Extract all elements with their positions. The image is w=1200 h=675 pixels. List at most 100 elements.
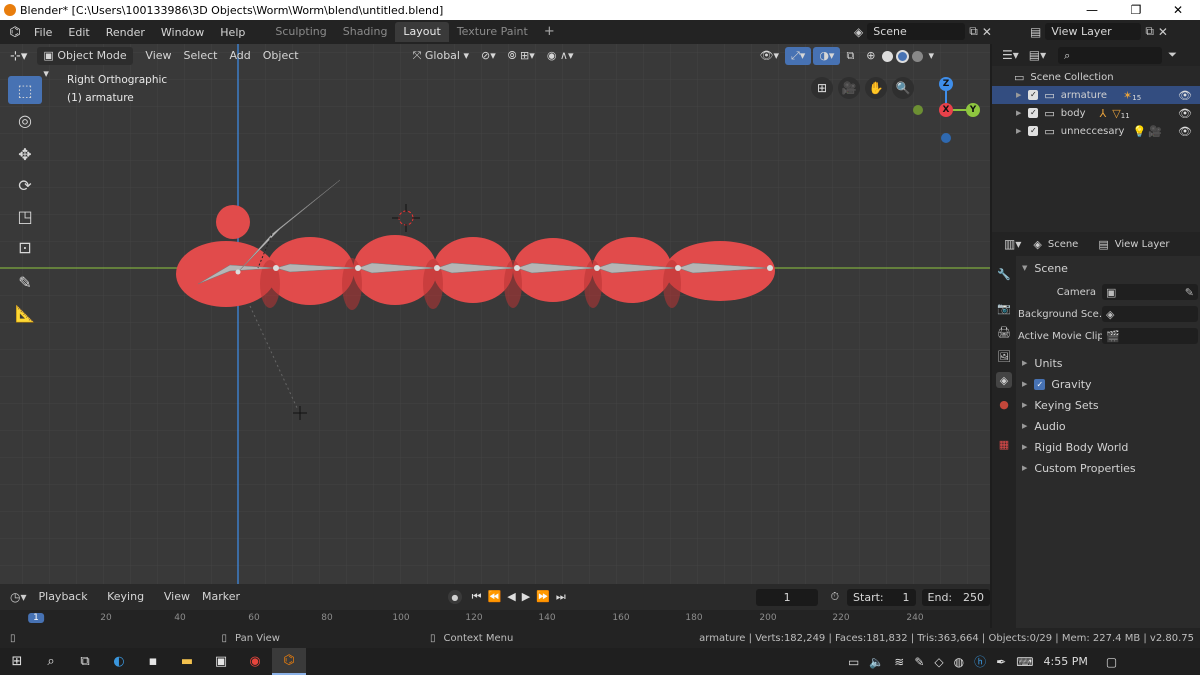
maximize-button[interactable]: ❐ — [1116, 0, 1156, 20]
record-icon[interactable]: ● — [448, 590, 462, 604]
vpn-icon[interactable]: ◇ — [934, 655, 943, 669]
notification-icon[interactable]: ▢ — [1106, 655, 1117, 669]
jump-start-icon[interactable]: ⏮ — [472, 590, 482, 604]
shading-solid-icon[interactable] — [881, 50, 893, 62]
eye-icon[interactable]: 👁 — [1178, 89, 1192, 102]
next-keyframe-icon[interactable]: ⏩ — [536, 590, 550, 604]
remove-scene-icon[interactable]: ✕ — [982, 25, 992, 39]
viewport-menu-view[interactable]: View — [139, 47, 177, 65]
terminal-icon[interactable]: ▪ — [136, 648, 170, 675]
timeline-menu-view[interactable]: View — [158, 588, 196, 606]
scale-tool[interactable]: ◳ — [8, 202, 42, 230]
shading-wireframe-icon[interactable]: ⊕ — [860, 47, 881, 65]
object-mode-dropdown[interactable]: ▣ Object Mode ▾ — [37, 47, 134, 80]
current-frame-field[interactable]: 1 — [755, 588, 819, 606]
pivot-point-icon[interactable]: ⊘▾ — [475, 47, 502, 65]
texture-tab-icon[interactable]: ▦ — [996, 436, 1012, 452]
transform-orientation-dropdown[interactable]: ⤧ Global ▾ — [407, 47, 475, 65]
snap-icon[interactable]: ⦾ ⊞▾ — [502, 47, 541, 65]
keyboard-icon[interactable]: ⌨ — [1016, 655, 1033, 669]
end-frame-field[interactable]: End: 250 — [921, 588, 991, 606]
stopwatch-icon[interactable]: ⏱ — [830, 590, 839, 604]
start-frame-field[interactable]: Start: 1 — [847, 588, 916, 606]
menu-file[interactable]: File — [26, 26, 60, 39]
add-workspace-button[interactable]: + — [536, 22, 563, 42]
gravity-checkbox[interactable]: ✓ — [1034, 378, 1046, 390]
close-button[interactable]: ✕ — [1158, 0, 1198, 20]
shading-options-icon[interactable]: ▾ — [923, 47, 941, 65]
viewport-canvas[interactable] — [0, 44, 990, 584]
xray-icon[interactable]: ⧉ — [840, 47, 860, 65]
overlay-toggle-icon[interactable]: ◑▾ — [813, 47, 841, 65]
volume-icon[interactable]: 🔈 — [869, 655, 884, 669]
timeline-menu-marker[interactable]: Marker — [196, 588, 246, 606]
keying-sets-panel-header[interactable]: ▶ Keying Sets — [1022, 395, 1099, 415]
file-explorer-icon[interactable]: ▬ — [170, 648, 204, 675]
chrome-icon[interactable]: ◉ — [238, 648, 272, 675]
rotate-tool[interactable]: ⟳ — [8, 171, 42, 199]
viewport-menu-add[interactable]: Add — [223, 47, 256, 65]
annotate-tool[interactable]: ✎ — [8, 268, 42, 296]
blender-menu-icon[interactable]: ⌬ — [4, 25, 26, 40]
exclude-checkbox[interactable]: ✓ — [1028, 108, 1039, 118]
gizmo-toggle-icon[interactable]: ⤢▾ — [784, 47, 812, 65]
custom-properties-panel-header[interactable]: ▶ Custom Properties — [1022, 458, 1136, 478]
timeline-editor-icon[interactable]: ◷▾ — [10, 590, 27, 604]
audio-panel-header[interactable]: ▶ Audio — [1022, 416, 1066, 436]
minimize-button[interactable]: — — [1072, 0, 1112, 20]
task-view-icon[interactable]: ⧉ — [68, 648, 102, 675]
output-tab-icon[interactable]: 🖨 — [996, 324, 1012, 340]
outliner-row-body[interactable]: ▶ ✓ ▭ body ⅄ ▽ 11 👁 — [992, 104, 1200, 122]
outliner-search-input[interactable]: ⌕ — [1058, 46, 1163, 64]
visibility-icon[interactable]: 👁▾ — [753, 47, 785, 65]
tab-sculpting[interactable]: Sculpting — [267, 22, 334, 42]
toggle-camera-grid-icon[interactable]: ⊞ — [811, 77, 833, 99]
new-scene-icon[interactable]: ⧉ — [969, 24, 978, 39]
camera-view-icon[interactable]: 🎥 — [838, 77, 860, 99]
zoom-icon[interactable]: 🔍 — [892, 77, 914, 99]
units-panel-header[interactable]: ▶ Units — [1022, 353, 1063, 373]
proportional-edit-icon[interactable]: ◉ ∧▾ — [541, 47, 580, 65]
prev-keyframe-icon[interactable]: ⏪ — [488, 590, 502, 604]
outliner-row-unneccesary[interactable]: ▶ ✓ ▭ unneccesary 💡 🎥 👁 — [992, 122, 1200, 140]
pan-hand-icon[interactable]: ✋ — [865, 77, 887, 99]
filter-icon[interactable]: ⏷ — [1168, 48, 1177, 62]
cursor-tool[interactable]: ◎ — [8, 106, 42, 134]
scene-properties-tab-icon[interactable]: ◈ — [996, 372, 1012, 388]
expand-arrow-icon[interactable]: ▶ — [1016, 127, 1021, 135]
scene-name-field[interactable]: Scene — [867, 23, 966, 40]
app-icon[interactable]: ▣ — [204, 648, 238, 675]
outliner-row-armature[interactable]: ▶ ✓ ▭ armature ✶ 15 👁 — [992, 86, 1200, 104]
menu-help[interactable]: Help — [212, 26, 253, 39]
shading-material-icon[interactable] — [895, 49, 909, 63]
shading-rendered-icon[interactable] — [911, 50, 923, 62]
new-view-layer-icon[interactable]: ⧉ — [1145, 24, 1154, 39]
exclude-checkbox[interactable]: ✓ — [1028, 90, 1039, 100]
render-tab-icon[interactable]: 📷 — [996, 300, 1012, 316]
menu-edit[interactable]: Edit — [60, 26, 97, 39]
wifi-icon[interactable]: ≋ — [894, 655, 904, 669]
gizmo-z-axis[interactable]: Z — [939, 77, 953, 91]
tab-shading[interactable]: Shading — [335, 22, 396, 42]
transform-tool[interactable]: ⊡ — [8, 233, 42, 261]
search-icon[interactable]: ⌕ — [34, 648, 68, 675]
menu-window[interactable]: Window — [153, 26, 212, 39]
eye-icon[interactable]: 👁 — [1178, 125, 1192, 138]
windows-start-icon[interactable]: ⊞ — [0, 648, 34, 675]
select-box-tool[interactable]: ⬚ — [8, 76, 42, 104]
camera-field[interactable]: ▣ ✎ — [1102, 284, 1198, 300]
gizmo-y-axis[interactable]: Y — [966, 103, 980, 117]
hp-icon[interactable]: ⓗ — [974, 653, 986, 670]
exclude-checkbox[interactable]: ✓ — [1028, 126, 1039, 136]
rigid-body-world-panel-header[interactable]: ▶ Rigid Body World — [1022, 437, 1128, 457]
expand-arrow-icon[interactable]: ▶ — [1016, 109, 1021, 117]
tab-layout[interactable]: Layout — [395, 22, 449, 42]
eyedropper-icon[interactable]: ✎ — [1185, 286, 1194, 299]
pen-settings-icon[interactable]: ✒ — [996, 655, 1006, 669]
view-layer-name-field[interactable]: View Layer — [1045, 23, 1142, 40]
gravity-panel-header[interactable]: ▶ ✓ Gravity — [1022, 374, 1092, 394]
active-movie-clip-field[interactable]: 🎬 — [1102, 328, 1198, 344]
scene-collection-row[interactable]: ▭ Scene Collection — [992, 68, 1200, 86]
jump-end-icon[interactable]: ⏭ — [556, 590, 566, 604]
play-reverse-icon[interactable]: ◀ — [507, 590, 515, 604]
